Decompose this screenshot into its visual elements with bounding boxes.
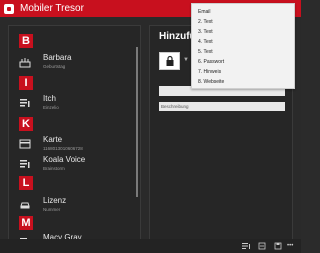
list-item[interactable]: Karte 1168013010606728 <box>19 134 139 156</box>
dropdown-item-email[interactable]: Email <box>198 7 211 17</box>
entries-list-panel: B Barbara Geburtstag I Itch Einzelio K K… <box>8 25 141 243</box>
edit-icon[interactable] <box>258 242 266 250</box>
group-header-l: L <box>19 176 33 190</box>
lock-icon <box>166 55 173 66</box>
card-icon <box>19 139 31 149</box>
save-icon[interactable] <box>274 242 282 250</box>
app-logo-icon <box>4 3 14 14</box>
list-item-subtitle: Geburtstag <box>43 64 66 69</box>
list-item-name: Itch <box>43 94 56 103</box>
group-header-k: K <box>19 117 33 131</box>
list-item-subtitle: 1168013010606728 <box>43 146 83 151</box>
icon-picker-button[interactable] <box>159 52 180 70</box>
window-title: Mobiler Tresor <box>20 3 84 14</box>
bottom-app-bar: ••• <box>0 239 301 253</box>
list-scrollbar[interactable] <box>136 47 138 197</box>
dropdown-item-text-2[interactable]: 2. Text <box>198 17 213 27</box>
dropdown-item-text-5[interactable]: 5. Text <box>198 47 213 57</box>
text-list-icon <box>20 99 30 107</box>
list-item-name: Lizenz <box>43 196 67 205</box>
list-item-subtitle: Einzelio <box>43 105 59 110</box>
chevron-down-icon[interactable]: ▼ <box>183 57 189 63</box>
group-header-m: M <box>19 216 33 230</box>
list-item[interactable]: Koala Voice Brainstorm <box>19 154 139 176</box>
more-options-icon[interactable]: ••• <box>287 243 293 249</box>
car-icon <box>20 202 30 209</box>
list-item-name: Koala Voice <box>43 155 86 164</box>
dropdown-item-password[interactable]: 6. Passwort <box>198 57 224 67</box>
birthday-icon <box>19 58 31 68</box>
list-item-name: Barbara <box>43 53 72 62</box>
text-list-icon <box>20 160 30 168</box>
list-item[interactable]: Itch Einzelio <box>19 93 139 115</box>
description-field[interactable]: Beschreibung <box>159 102 285 111</box>
group-header-b: B <box>19 34 33 48</box>
dropdown-item-hint[interactable]: 7. Hinweis <box>198 67 221 77</box>
list-item-subtitle: Brainstorm <box>43 166 65 171</box>
field-type-dropdown-menu: Email 2. Text 3. Text 4. Text 5. Text 6.… <box>191 3 295 89</box>
list-item-subtitle: Nummer <box>43 207 61 212</box>
group-header-i: I <box>19 76 33 90</box>
list-item-name: Karte <box>43 135 63 144</box>
dropdown-item-website[interactable]: 8. Webseite <box>198 77 224 87</box>
list-view-icon[interactable] <box>242 242 250 250</box>
dropdown-item-text-3[interactable]: 3. Text <box>198 27 213 37</box>
list-item[interactable]: Barbara Geburtstag <box>19 52 139 74</box>
dropdown-item-text-4[interactable]: 4. Text <box>198 37 213 47</box>
list-item[interactable]: Lizenz Nummer <box>19 195 139 217</box>
